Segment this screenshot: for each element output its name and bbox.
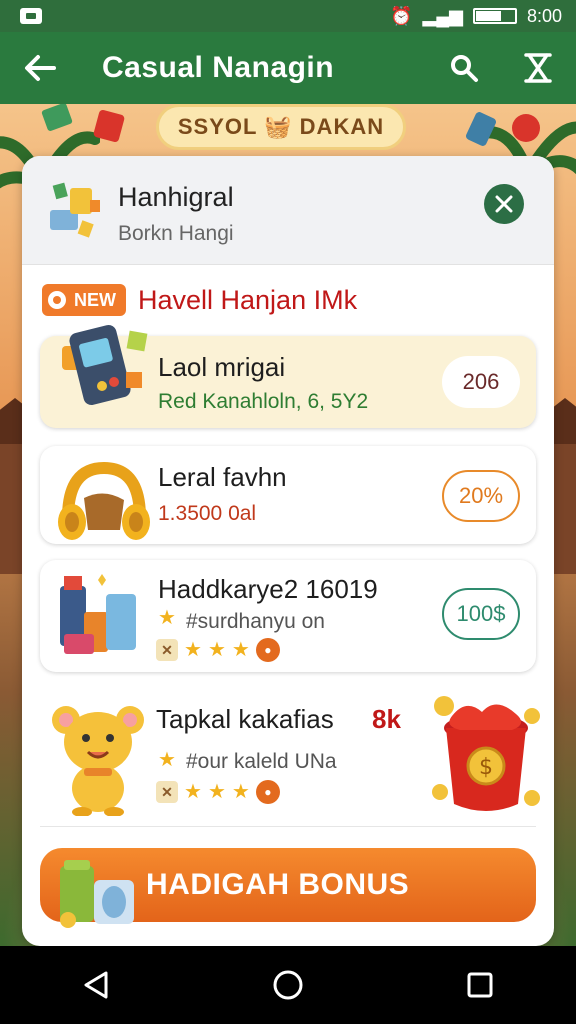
nav-back-button[interactable] (66, 955, 126, 1015)
handheld-game-icon (62, 324, 148, 406)
app-bar: Casual Nanagin (0, 32, 576, 104)
item-subtitle: Red Kanahloln, 6, 5Y2 (158, 390, 369, 413)
filter-button[interactable] (518, 48, 558, 88)
item-name: Laol mrigai (158, 352, 286, 382)
star-icon: ★ (184, 639, 202, 661)
star-icon: ★ (231, 639, 250, 661)
list-item[interactable]: Haddkarye2 16019 #surdhanyu on ★ ✕ ★ ★ ★… (40, 560, 536, 672)
close-icon (495, 195, 513, 213)
list-item[interactable]: Leral favhn 1.3500 0al 20% (40, 446, 536, 544)
bonus-button-label: HADIGAH BONUS (146, 868, 410, 901)
status-bar: ⏰ ▂▄▆ 8:00 (0, 0, 576, 32)
item-value-pill: 206 (442, 356, 520, 408)
search-icon (451, 55, 478, 82)
divider (40, 826, 536, 827)
nav-home-button[interactable] (258, 955, 318, 1015)
section-header: NEW Havell Hanjan IMk (42, 284, 357, 316)
item-name: Haddkarye2 16019 (158, 574, 378, 604)
new-badge-label: NEW (74, 289, 116, 310)
rating-row: ✕ ★ ★ ★ ● (156, 638, 280, 662)
search-button[interactable] (444, 48, 484, 88)
card-title: Hanhigral (118, 182, 234, 212)
nav-recents-button[interactable] (450, 955, 510, 1015)
gift-stack-icon (60, 860, 134, 928)
star-icon: ★ (207, 639, 226, 661)
bonus-button[interactable]: HADIGAH BONUS (40, 848, 536, 928)
item-value: 8k (372, 704, 401, 734)
item-subtitle: #surdhanyu on (186, 610, 325, 633)
top-banner: SSYOL 🧺 DAKAN (156, 104, 406, 150)
tag-icon: ✕ (156, 781, 178, 803)
card-subtitle: Borkn Hangi (118, 222, 234, 245)
close-button[interactable] (484, 184, 524, 224)
star-icon: ★ (231, 781, 250, 803)
item-subtitle: #our kaleld UNa (186, 750, 337, 773)
list-item[interactable]: Laol mrigai Red Kanahloln, 6, 5Y2 206 (40, 324, 536, 428)
arrow-left-icon (25, 55, 56, 81)
hourglass-icon (524, 53, 552, 83)
rating-row: ✕ ★ ★ ★ ● (156, 780, 280, 804)
list-item[interactable]: Tapkal kakafias 8k ★ #our kaleld UNa ✕ ★… (40, 686, 540, 826)
star-icon: ★ (184, 781, 202, 803)
back-button[interactable] (20, 48, 60, 88)
alarm-icon: ⏰ (390, 5, 413, 26)
item-discount-pill: 20% (442, 470, 520, 522)
coin-icon: ● (255, 638, 280, 662)
mascot-bear-icon (52, 706, 144, 816)
card-header: Hanhigral Borkn Hangi (22, 156, 554, 265)
star-icon: ★ (158, 607, 176, 629)
notification-icon (20, 8, 42, 24)
star-icon: ★ (158, 749, 176, 771)
item-price-pill: 100$ (442, 588, 520, 640)
badge-dot-icon (48, 291, 66, 309)
item-name: Leral favhn (158, 462, 287, 492)
app-title: Casual Nanagin (102, 51, 335, 84)
toy-bundle-icon (60, 574, 136, 654)
floating-ball-red (512, 114, 540, 142)
coin-icon: ● (255, 780, 280, 804)
circle-home-icon (273, 970, 303, 1000)
tag-icon: ✕ (156, 639, 178, 661)
system-nav-bar (0, 946, 576, 1024)
battery-icon (472, 8, 517, 24)
rewards-card: Hanhigral Borkn Hangi NEW Havell Hanjan … (22, 156, 554, 946)
gift-bundle-icon (50, 182, 100, 238)
item-name: Tapkal kakafias (156, 704, 334, 734)
status-time: 8:00 (526, 5, 562, 26)
headphones-icon (58, 461, 150, 540)
square-recents-icon (467, 972, 493, 998)
section-title: Havell Hanjan IMk (138, 284, 358, 315)
signal-icon: ▂▄▆ (422, 5, 463, 26)
coin-bucket-icon: $ (432, 696, 540, 811)
triangle-back-icon (84, 971, 108, 999)
star-icon: ★ (207, 781, 226, 803)
svg-text:$: $ (479, 755, 493, 780)
item-subtitle: 1.3500 0al (158, 502, 257, 525)
new-badge: NEW (42, 284, 126, 316)
